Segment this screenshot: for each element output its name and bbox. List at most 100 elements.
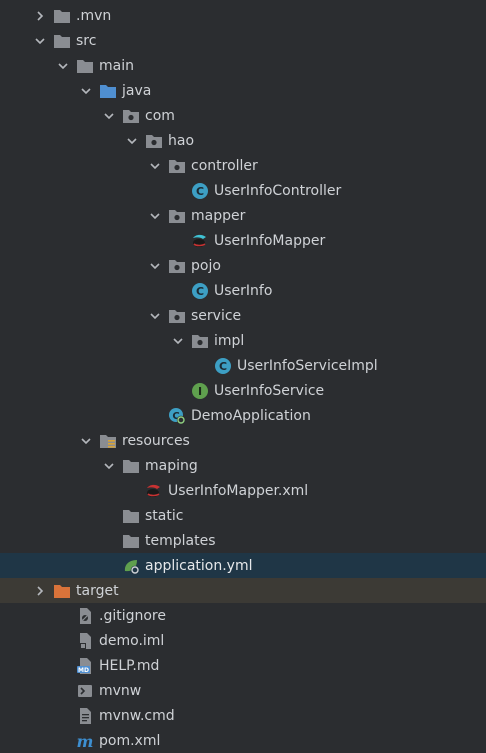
folder-icon	[53, 7, 71, 25]
tree-item-label: target	[76, 582, 119, 599]
spring-boot-app-icon: C	[168, 407, 186, 425]
tree-item[interactable]: target	[0, 578, 486, 603]
tree-item[interactable]: C UserInfoController	[0, 178, 486, 203]
tree-item[interactable]: .gitignore	[0, 603, 486, 628]
tree-item[interactable]: MD HELP.md	[0, 653, 486, 678]
tree-item-label: application.yml	[145, 557, 253, 574]
tree-item[interactable]: mvnw	[0, 678, 486, 703]
tree-item[interactable]: mapper	[0, 203, 486, 228]
tree-item-label: mvnw.cmd	[99, 707, 175, 724]
tree-item[interactable]: UserInfoMapper.xml	[0, 478, 486, 503]
tree-item[interactable]: templates	[0, 528, 486, 553]
folder-icon	[122, 532, 140, 550]
text-file-icon	[76, 707, 94, 725]
package-icon	[191, 332, 209, 350]
tree-item-label: mvnw	[99, 682, 142, 699]
package-icon	[168, 307, 186, 325]
tree-item[interactable]: C UserInfo	[0, 278, 486, 303]
tree-item-label: templates	[145, 532, 216, 549]
interface-icon: I	[191, 382, 209, 400]
tree-item-label: impl	[214, 332, 245, 349]
chevron-down-icon[interactable]	[169, 332, 187, 350]
tree-item[interactable]: java	[0, 78, 486, 103]
tree-item-label: UserInfoServiceImpl	[237, 357, 378, 374]
svg-text:C: C	[219, 360, 227, 373]
folder-icon	[53, 32, 71, 50]
tree-item-label: main	[99, 57, 134, 74]
chevron-down-icon[interactable]	[123, 132, 141, 150]
tree-item[interactable]: C UserInfoServiceImpl	[0, 353, 486, 378]
tree-item-label: static	[145, 507, 184, 524]
excluded-folder-icon	[53, 582, 71, 600]
tree-item[interactable]: com	[0, 103, 486, 128]
chevron-down-icon[interactable]	[100, 107, 118, 125]
tree-item[interactable]: static	[0, 503, 486, 528]
svg-text:MD: MD	[78, 667, 89, 674]
tree-item-label: .gitignore	[99, 607, 166, 624]
tree-item[interactable]: service	[0, 303, 486, 328]
chevron-down-icon[interactable]	[31, 32, 49, 50]
chevron-down-icon[interactable]	[100, 457, 118, 475]
tree-item-label: UserInfoController	[214, 182, 342, 199]
tree-item[interactable]: maping	[0, 453, 486, 478]
folder-icon	[122, 457, 140, 475]
folder-icon	[122, 507, 140, 525]
tree-item[interactable]: I UserInfoService	[0, 378, 486, 403]
tree-item[interactable]: application.yml	[0, 553, 486, 578]
chevron-right-icon[interactable]	[31, 582, 49, 600]
tree-item-label: hao	[168, 132, 195, 149]
tree-item[interactable]: C DemoApplication	[0, 403, 486, 428]
svg-text:I: I	[198, 385, 202, 398]
tree-item-label: .mvn	[76, 7, 112, 24]
resources-folder-icon	[99, 432, 117, 450]
chevron-down-icon[interactable]	[146, 207, 164, 225]
class-icon: C	[191, 182, 209, 200]
tree-item[interactable]: UserInfoMapper	[0, 228, 486, 253]
tree-item-label: UserInfoMapper	[214, 232, 326, 249]
gitignore-file-icon	[76, 607, 94, 625]
tree-item-label: pom.xml	[99, 732, 161, 749]
tree-item[interactable]: mvnw.cmd	[0, 703, 486, 728]
tree-item-label: DemoApplication	[191, 407, 311, 424]
tree-item[interactable]: src	[0, 28, 486, 53]
project-tree[interactable]: .mvn src main java com hao controller C UserInfo…	[0, 0, 486, 752]
folder-icon	[76, 57, 94, 75]
chevron-down-icon[interactable]	[146, 157, 164, 175]
chevron-down-icon[interactable]	[146, 307, 164, 325]
spring-config-icon	[122, 557, 140, 575]
tree-item-label: UserInfoService	[214, 382, 325, 399]
markdown-file-icon: MD	[76, 657, 94, 675]
tree-item-label: com	[145, 107, 175, 124]
iml-file-icon	[76, 632, 94, 650]
chevron-down-icon[interactable]	[77, 432, 95, 450]
chevron-down-icon[interactable]	[54, 57, 72, 75]
svg-text:C: C	[196, 285, 204, 298]
tree-item-label: src	[76, 32, 97, 49]
package-icon	[168, 157, 186, 175]
tree-item[interactable]: main	[0, 53, 486, 78]
tree-item-label: demo.iml	[99, 632, 165, 649]
tree-item[interactable]: controller	[0, 153, 486, 178]
tree-item[interactable]: m pom.xml	[0, 728, 486, 753]
package-icon	[122, 107, 140, 125]
tree-item[interactable]: pojo	[0, 253, 486, 278]
tree-item-label: mapper	[191, 207, 246, 224]
tree-item-label: UserInfoMapper.xml	[168, 482, 309, 499]
tree-item[interactable]: impl	[0, 328, 486, 353]
tree-item-label: java	[122, 82, 152, 99]
tree-item-label: HELP.md	[99, 657, 160, 674]
tree-item[interactable]: demo.iml	[0, 628, 486, 653]
mybatis-mapper-icon	[191, 232, 209, 250]
class-icon: C	[214, 357, 232, 375]
tree-item[interactable]: .mvn	[0, 3, 486, 28]
package-icon	[145, 132, 163, 150]
chevron-down-icon[interactable]	[146, 257, 164, 275]
shell-script-icon	[76, 682, 94, 700]
chevron-down-icon[interactable]	[77, 82, 95, 100]
tree-item-label: service	[191, 307, 242, 324]
tree-item[interactable]: resources	[0, 428, 486, 453]
tree-item[interactable]: hao	[0, 128, 486, 153]
chevron-right-icon[interactable]	[31, 7, 49, 25]
maven-pom-icon: m	[76, 732, 94, 750]
tree-item-label: resources	[122, 432, 190, 449]
